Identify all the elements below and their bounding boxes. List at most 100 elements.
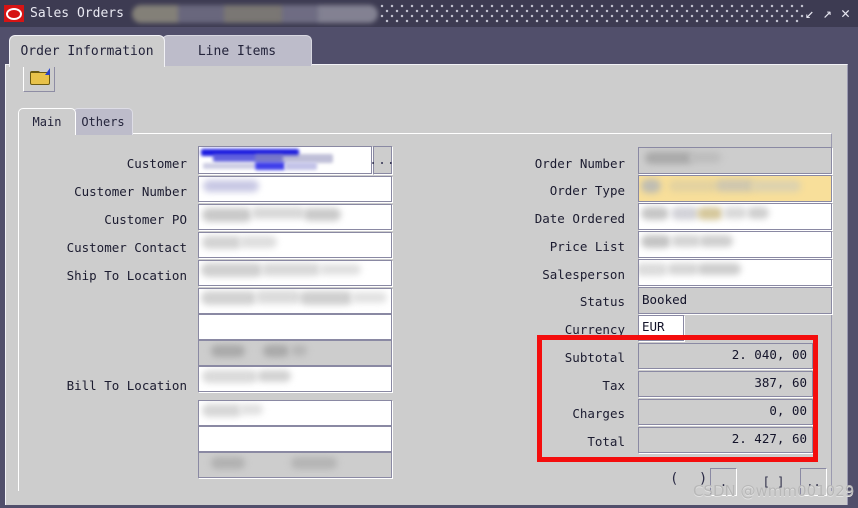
date-ordered-redaction — [747, 207, 769, 219]
subtotal-value: 2. 040, 00 — [731, 347, 807, 362]
sales-orders-window: Sales Orders ↙ ↗ ✕ Order Information Lin… — [0, 0, 858, 508]
address-redaction — [291, 345, 307, 356]
status-input[interactable]: Booked — [638, 287, 832, 314]
total-value: 2. 427, 60 — [731, 431, 807, 446]
address-redaction — [239, 404, 263, 415]
bill-to-address-line-2[interactable] — [198, 426, 392, 452]
customer-po-redaction — [202, 208, 252, 222]
label-tax: Tax — [602, 378, 625, 393]
date-ordered-redaction — [723, 207, 747, 219]
address-redaction — [255, 290, 301, 304]
customer-number-input[interactable] — [198, 176, 392, 202]
inner-tab-main-label: Main — [32, 115, 62, 129]
price-list-redaction — [641, 235, 671, 248]
order-number-redaction — [689, 152, 721, 163]
label-price-list: Price List — [549, 239, 625, 254]
tab-order-information[interactable]: Order Information — [9, 35, 165, 67]
order-type-redaction — [715, 179, 755, 192]
bill-to-redaction — [257, 370, 291, 382]
label-customer-contact: Customer Contact — [66, 240, 187, 255]
salesperson-redaction — [667, 263, 699, 275]
subtotal-input[interactable]: 2. 040, 00 — [638, 343, 813, 369]
tab-line-items[interactable]: Line Items — [162, 35, 312, 66]
date-ordered-redaction — [671, 207, 699, 220]
label-total: Total — [587, 434, 625, 449]
customer-contact-redaction — [202, 236, 242, 249]
customer-input[interactable] — [198, 146, 372, 174]
customer-redaction — [203, 163, 255, 169]
currency-input[interactable]: EUR — [638, 315, 684, 341]
address-redaction — [211, 457, 245, 469]
status-value: Booked — [642, 292, 688, 307]
label-ship-to-location: Ship To Location — [66, 268, 187, 283]
tab-strip: Order Information Line Items — [0, 27, 858, 67]
bill-to-address-line-1[interactable] — [198, 400, 392, 426]
order-type-input[interactable] — [638, 175, 832, 202]
inner-tab-others[interactable]: Others — [73, 108, 133, 135]
bill-to-location-input[interactable] — [198, 366, 392, 392]
ship-to-address-line-2[interactable] — [198, 314, 392, 340]
salesperson-redaction — [697, 263, 741, 275]
tab-order-information-label: Order Information — [20, 44, 154, 59]
customer-number-redaction — [203, 180, 259, 192]
order-type-redaction — [669, 180, 717, 192]
currency-value: EUR — [642, 319, 665, 334]
order-type-redaction — [641, 179, 661, 193]
label-salesperson: Salesperson — [542, 267, 625, 282]
ship-to-address-line-3[interactable] — [198, 340, 392, 366]
label-date-ordered: Date Ordered — [534, 211, 625, 226]
ship-to-redaction — [319, 264, 361, 275]
bill-to-redaction — [202, 370, 258, 383]
open-folder-icon — [29, 67, 50, 85]
label-status: Status — [579, 294, 625, 309]
customer-po-redaction — [303, 208, 341, 221]
label-order-number: Order Number — [534, 156, 625, 171]
title-redacted-text — [131, 4, 378, 23]
salesperson-input[interactable] — [638, 259, 832, 286]
label-bill-to-location: Bill To Location — [66, 378, 187, 393]
charges-value: 0, 00 — [769, 403, 807, 418]
label-customer-number: Customer Number — [74, 184, 187, 199]
watermark: CSDN @wmm001029 — [693, 482, 855, 500]
price-list-redaction — [699, 235, 733, 247]
customer-lov-button[interactable]: ... — [369, 146, 395, 174]
close-icon[interactable]: ✕ — [841, 6, 850, 21]
window-title: Sales Orders — [30, 6, 124, 21]
customer-contact-input[interactable] — [198, 232, 392, 258]
price-list-input[interactable] — [638, 231, 832, 258]
tax-input[interactable]: 387, 60 — [638, 371, 813, 397]
inner-tab-main[interactable]: Main — [18, 108, 76, 135]
address-redaction — [299, 291, 353, 305]
date-ordered-redaction — [641, 207, 669, 220]
order-number-input[interactable] — [638, 147, 832, 174]
title-drag-hatch[interactable] — [379, 4, 805, 23]
label-charges: Charges — [572, 406, 625, 421]
maximize-icon[interactable]: ↗ — [823, 6, 832, 21]
window-controls: ↙ ↗ ✕ — [805, 6, 858, 21]
bill-to-address-line-3[interactable] — [198, 452, 392, 478]
ship-to-redaction — [201, 263, 263, 277]
title-bar: Sales Orders ↙ ↗ ✕ — [0, 0, 858, 27]
ship-to-redaction — [261, 263, 321, 276]
total-input[interactable]: 2. 427, 60 — [638, 427, 813, 453]
order-number-redaction — [645, 152, 693, 164]
label-order-type: Order Type — [549, 183, 625, 198]
ship-to-address-line-1[interactable] — [198, 288, 392, 314]
tab-line-items-label: Line Items — [197, 43, 277, 59]
date-ordered-input[interactable] — [638, 203, 832, 230]
order-type-redaction — [751, 180, 801, 192]
restore-icon[interactable]: ↙ — [805, 6, 814, 21]
customer-po-input[interactable] — [198, 204, 392, 230]
customer-lov-label: ... — [369, 152, 396, 168]
address-redaction — [351, 292, 387, 303]
tax-value: 387, 60 — [754, 375, 807, 390]
price-list-redaction — [671, 235, 701, 247]
oracle-oval-icon — [4, 5, 24, 22]
ship-to-location-input[interactable] — [198, 260, 392, 286]
charges-input[interactable]: 0, 00 — [638, 399, 813, 425]
address-redaction — [202, 404, 242, 417]
inner-tab-others-label: Others — [81, 115, 125, 129]
address-redaction — [211, 345, 245, 357]
label-subtotal: Subtotal — [564, 350, 625, 365]
salesperson-redaction — [639, 263, 668, 276]
